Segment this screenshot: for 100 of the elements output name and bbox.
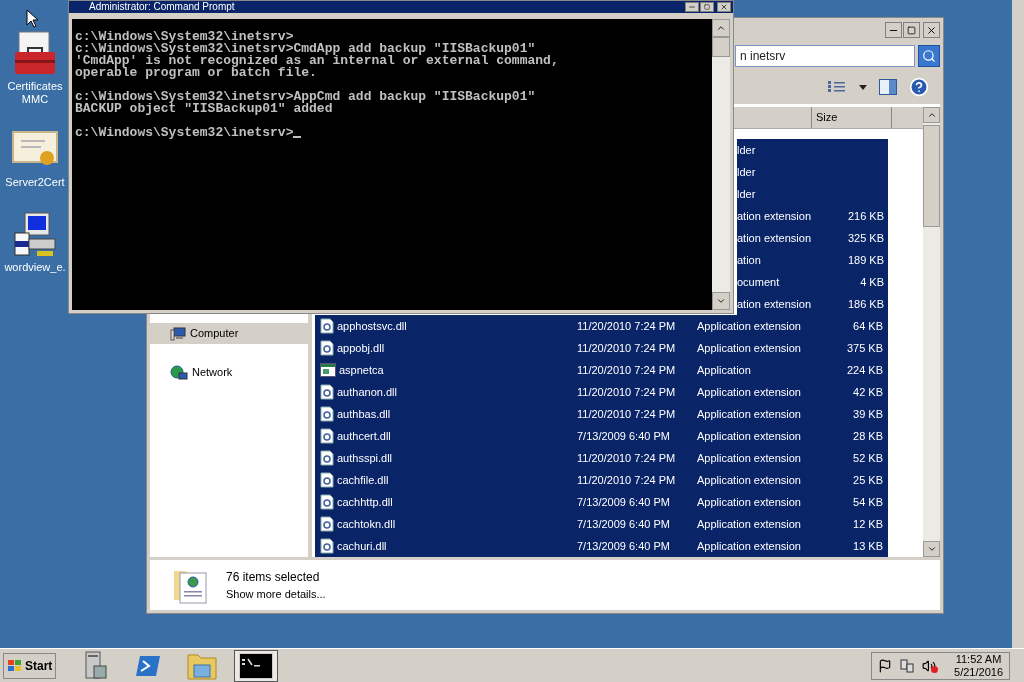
file-size: 12 KB xyxy=(853,516,883,532)
file-type: ocument xyxy=(737,275,780,288)
flag-icon[interactable] xyxy=(878,658,893,673)
file-type: ation xyxy=(737,253,761,266)
file-row[interactable]: ation 189 KB xyxy=(737,249,888,271)
file-row[interactable]: authanon.dll 11/20/2010 7:24 PM Application extension 42 KB xyxy=(315,381,888,403)
file-date: 11/20/2010 7:24 PM xyxy=(577,341,676,354)
console-line: operable program or batch file. xyxy=(75,67,317,79)
scrollbar[interactable] xyxy=(923,107,940,557)
file-row[interactable]: ation extension 216 KB xyxy=(737,205,888,227)
column-header[interactable]: Size xyxy=(811,107,892,128)
desktop-icon-label[interactable]: Server2Cert xyxy=(5,176,65,189)
console-line: BACKUP object "IISBackup01" added xyxy=(75,103,333,115)
file-row[interactable]: appobj.dll 11/20/2010 7:24 PM Application extension 375 KB xyxy=(315,337,888,359)
network-icon[interactable] xyxy=(900,658,915,673)
desktop-icon-label[interactable]: wordview_e. xyxy=(4,261,66,274)
file-date: 11/20/2010 7:24 PM xyxy=(577,473,676,486)
file-date: 11/20/2010 7:24 PM xyxy=(577,385,676,398)
console-line: c:\Windows\System32\inetsrv> xyxy=(75,31,294,43)
help-icon[interactable] xyxy=(909,77,929,97)
file-size: 52 KB xyxy=(853,450,883,466)
file-date: 7/13/2009 6:40 PM xyxy=(577,517,670,530)
file-row[interactable]: cachfile.dll 11/20/2010 7:24 PM Application extension 25 KB xyxy=(315,469,888,491)
minimize-icon xyxy=(688,3,696,11)
file-type: Application extension xyxy=(697,517,801,530)
selection-count: 76 items selected xyxy=(226,568,321,586)
file-name: cachtokn.dll xyxy=(337,516,396,532)
file-size: 42 KB xyxy=(853,384,883,400)
search-field[interactable]: n inetsrv xyxy=(735,45,915,67)
file-row[interactable]: authsspi.dll 11/20/2010 7:24 PM Application extension 52 KB xyxy=(315,447,888,469)
file-size: 4 KB xyxy=(860,274,884,290)
file-type: lder xyxy=(737,187,756,200)
file-type: Application extension xyxy=(697,385,801,398)
file-row[interactable]: cachhttp.dll 7/13/2009 6:40 PM Application extension 54 KB xyxy=(315,491,888,513)
preview-pane-icon[interactable] xyxy=(879,79,897,95)
file-row[interactable]: ation extension 186 KB xyxy=(737,293,888,315)
gear-file-icon xyxy=(320,384,334,400)
file-row[interactable]: lder xyxy=(737,161,888,183)
gear-file-icon xyxy=(320,318,334,334)
file-name: cachuri.dll xyxy=(337,538,387,554)
file-row[interactable]: apphostsvc.dll 11/20/2010 7:24 PM Application extension 64 KB xyxy=(315,315,888,337)
clock-time[interactable]: 11:52 AM xyxy=(955,652,1002,666)
console-line: c:\Windows\System32\inetsrv> xyxy=(75,127,294,139)
nav-item[interactable]: Computer xyxy=(150,323,308,344)
mouse-pointer-icon xyxy=(26,9,38,28)
file-type: ation extension xyxy=(737,231,811,244)
file-type: Application extension xyxy=(697,407,801,420)
scroll-thumb[interactable] xyxy=(712,37,730,57)
file-type: Application extension xyxy=(697,451,801,464)
close-button[interactable] xyxy=(717,2,731,12)
view-list-icon[interactable] xyxy=(827,80,847,94)
file-row[interactable]: lder xyxy=(737,139,888,161)
file-row[interactable]: ation extension 325 KB xyxy=(737,227,888,249)
search-icon xyxy=(922,49,936,63)
file-row[interactable]: ocument 4 KB xyxy=(737,271,888,293)
file-type: Application extension xyxy=(697,473,801,486)
file-size: 325 KB xyxy=(847,230,884,246)
nav-item[interactable]: Network xyxy=(150,362,308,383)
file-type: Application extension xyxy=(697,341,801,354)
maximize-icon xyxy=(704,4,710,10)
gear-file-icon xyxy=(320,538,334,554)
file-row[interactable]: authbas.dll 11/20/2010 7:24 PM Application extension 39 KB xyxy=(315,403,888,425)
console-line: c:\Windows\System32\inetsrv>CmdApp add backup "IISBackup01" xyxy=(75,43,536,55)
gear-file-icon xyxy=(320,472,334,488)
start-button[interactable]: Start xyxy=(3,652,57,679)
close-icon xyxy=(926,24,937,36)
gear-file-icon xyxy=(320,340,334,356)
gear-file-icon xyxy=(320,406,334,422)
file-size: 216 KB xyxy=(847,208,884,224)
close-button[interactable] xyxy=(923,22,940,38)
console-icon xyxy=(239,652,274,679)
nav-label: Network xyxy=(192,365,233,381)
file-size: 13 KB xyxy=(853,538,883,554)
maximize-button[interactable] xyxy=(700,2,714,12)
globe-computer-icon xyxy=(170,364,188,381)
file-type: Application extension xyxy=(697,429,801,442)
file-type: lder xyxy=(737,143,756,156)
file-row[interactable]: authcert.dll 7/13/2009 6:40 PM Application extension 28 KB xyxy=(315,425,888,447)
caret-icon[interactable] xyxy=(859,84,867,90)
minimize-button[interactable] xyxy=(885,22,902,38)
scrollbar[interactable] xyxy=(712,19,730,310)
file-name: authsspi.dll xyxy=(337,450,393,466)
scrollbar[interactable] xyxy=(1012,0,1024,648)
show-details-link[interactable]: Show more details... xyxy=(226,585,326,603)
file-size: 224 KB xyxy=(846,362,883,378)
taskbar-button[interactable] xyxy=(234,649,279,682)
scroll-thumb[interactable] xyxy=(923,125,940,227)
file-name: cachhttp.dll xyxy=(337,494,393,510)
search-button[interactable] xyxy=(918,45,940,67)
desktop-icon-label[interactable]: Certificates MMC xyxy=(4,80,66,106)
gear-file-icon xyxy=(320,494,334,510)
file-row[interactable]: cachtokn.dll 7/13/2009 6:40 PM Application extension 12 KB xyxy=(315,513,888,535)
clock-date[interactable]: 5/21/2016 xyxy=(954,665,1003,679)
file-row[interactable]: aspnetca 11/20/2010 7:24 PM Application 224 KB xyxy=(315,359,888,381)
file-row[interactable]: cachuri.dll 7/13/2009 6:40 PM Application extension 13 KB xyxy=(315,535,888,557)
file-type: Application xyxy=(697,363,751,376)
muted-speaker-icon[interactable] xyxy=(922,658,939,673)
file-name: apphostsvc.dll xyxy=(337,318,407,334)
file-row[interactable]: lder xyxy=(737,183,888,205)
file-date: 11/20/2010 7:24 PM xyxy=(577,407,676,420)
